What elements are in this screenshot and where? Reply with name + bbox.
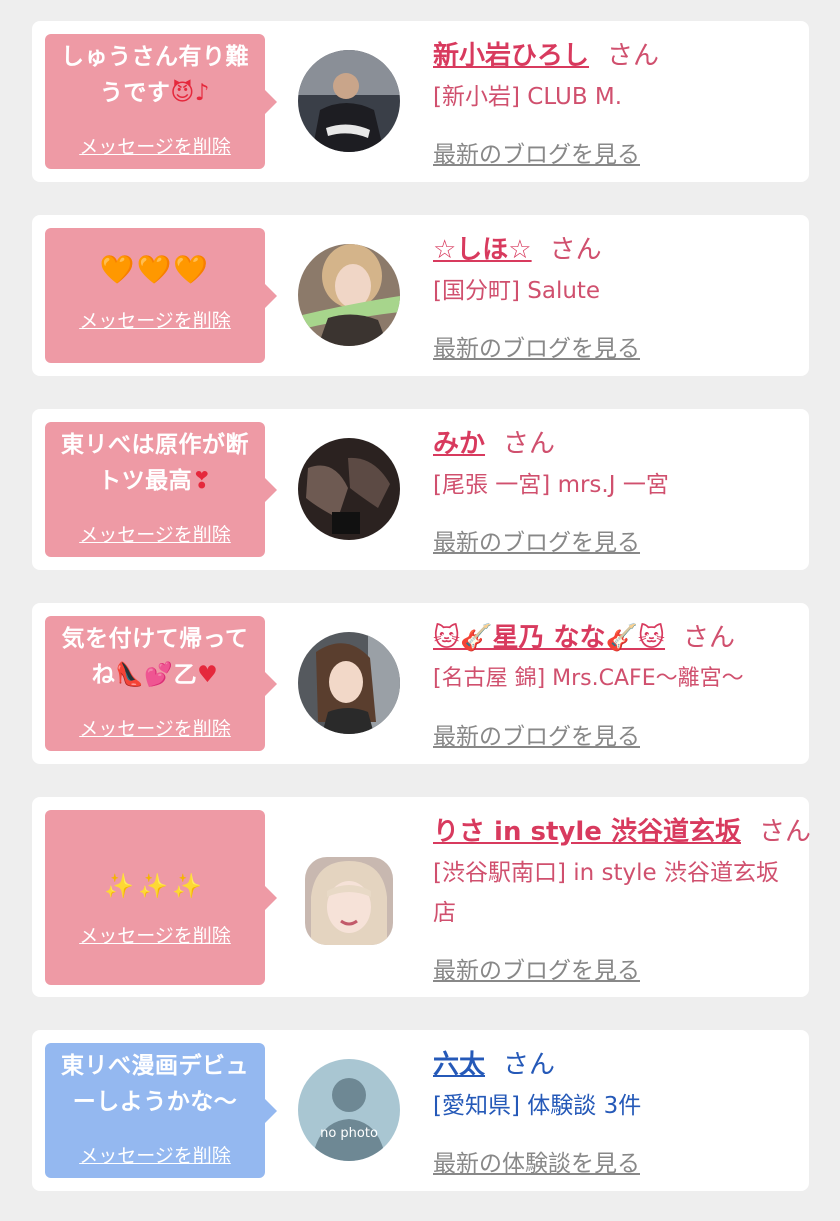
avatar-photo [298,438,400,540]
avatar[interactable] [298,244,400,346]
latest-blog-link[interactable]: 最新のブログを見る [433,523,640,557]
message-text: ✨✨✨ [104,872,206,900]
latest-blog-link[interactable]: 最新のブログを見る [433,717,640,751]
avatar-photo [298,50,400,152]
message-bubble: 東リべ漫画デビューしようかな〜 メッセージを削除 [45,1043,277,1178]
sender-name-link[interactable]: 🐱🎸星乃 なな🎸🐱 [433,623,665,653]
message-card: 東リべ漫画デビューしようかな〜 メッセージを削除 no photo 六太 さん [… [32,1030,809,1191]
honorific: さん [683,623,736,653]
shop-name: [国分町] Salute [433,278,601,304]
sender-info: 新小岩ひろし さん [新小岩] CLUB M. 最新のブログを見る [433,35,795,175]
delete-message-link[interactable]: メッセージを削除 [45,714,265,741]
avatar-photo [298,244,400,346]
shop-name: [尾張 一宮] mrs.J 一宮 [433,472,669,498]
shop-name: [新小岩] CLUB M. [433,84,623,110]
avatar[interactable] [298,50,400,152]
delete-message-link[interactable]: メッセージを削除 [45,520,265,547]
message-card: 気を付けて帰って ね👠💕乙♥ メッセージを削除 🐱🎸星乃 なな🎸🐱 さん [名古屋… [32,603,809,764]
sender-name-link[interactable]: りさ in style 渋谷道玄坂 [433,817,741,847]
latest-review-link[interactable]: 最新の体験談を見る [433,1144,640,1178]
shop-name: [渋谷駅南口] in style 渋谷道玄坂店 [433,860,779,926]
sender-info: 🐱🎸星乃 なな🎸🐱 さん [名古屋 錦] Mrs.CAFE〜離宮〜 最新のブログを… [433,617,795,757]
latest-blog-link[interactable]: 最新のブログを見る [433,951,640,985]
shop-name: [愛知県] 体験談 3件 [433,1093,642,1119]
message-bubble: 東リべは原作が断トツ最高❣ メッセージを削除 [45,422,277,557]
message-text: 東リべは原作が断トツ最高❣ [61,432,249,494]
avatar[interactable] [298,438,400,540]
avatar-photo [305,857,393,945]
delete-message-link[interactable]: メッセージを削除 [45,306,265,333]
message-card: 🧡🧡🧡 メッセージを削除 ☆しほ☆ さん [国分町] Salute 最新のブログを… [32,215,809,376]
honorific: さん [503,429,556,459]
latest-blog-link[interactable]: 最新のブログを見る [433,135,640,169]
message-card: 東リべは原作が断トツ最高❣ メッセージを削除 みか さん [尾張 一宮] mrs.… [32,409,809,570]
avatar-photo [298,632,400,734]
sender-info: ☆しほ☆ さん [国分町] Salute 最新のブログを見る [433,229,795,369]
honorific: さん [758,817,811,847]
message-text: 🧡🧡🧡 [99,253,211,286]
message-bubble: 気を付けて帰って ね👠💕乙♥ メッセージを削除 [45,616,277,751]
delete-message-link[interactable]: メッセージを削除 [45,921,265,948]
honorific: さん [549,235,602,265]
avatar[interactable]: no photo [298,1059,400,1161]
message-card: ✨✨✨ メッセージを削除 りさ in style 渋谷道玄坂 さん [渋谷駅南口]… [32,797,811,997]
message-list: しゅうさん有り難うです😈♪ メッセージを削除 新小岩ひろし さん [新小岩] CL… [0,0,840,1221]
message-bubble: しゅうさん有り難うです😈♪ メッセージを削除 [45,34,277,169]
sender-name-link[interactable]: 新小岩ひろし [433,41,589,71]
message-text: しゅうさん有り難うです😈♪ [61,44,249,106]
honorific: さん [607,41,660,71]
no-photo-label: no photo [320,1126,378,1141]
sender-name-link[interactable]: みか [433,429,485,459]
message-text: 気を付けて帰って ね👠💕乙♥ [61,626,249,688]
message-text: 東リべ漫画デビューしようかな〜 [61,1053,249,1115]
message-card: しゅうさん有り難うです😈♪ メッセージを削除 新小岩ひろし さん [新小岩] CL… [32,21,809,182]
honorific: さん [503,1050,556,1080]
sender-info: りさ in style 渋谷道玄坂 さん [渋谷駅南口] in style 渋谷道… [433,811,811,991]
message-bubble: ✨✨✨ メッセージを削除 [45,810,277,985]
sender-name-link[interactable]: ☆しほ☆ [433,235,532,265]
no-photo-avatar-icon: no photo [298,1059,400,1161]
avatar[interactable] [298,632,400,734]
sender-name-link[interactable]: 六太 [433,1050,485,1080]
sender-info: 六太 さん [愛知県] 体験談 3件 最新の体験談を見る [433,1044,795,1184]
message-bubble: 🧡🧡🧡 メッセージを削除 [45,228,277,363]
latest-blog-link[interactable]: 最新のブログを見る [433,329,640,363]
shop-name: [名古屋 錦] Mrs.CAFE〜離宮〜 [433,666,744,691]
delete-message-link[interactable]: メッセージを削除 [45,1141,265,1168]
sender-info: みか さん [尾張 一宮] mrs.J 一宮 最新のブログを見る [433,423,795,563]
avatar[interactable] [305,857,393,945]
delete-message-link[interactable]: メッセージを削除 [45,132,265,159]
